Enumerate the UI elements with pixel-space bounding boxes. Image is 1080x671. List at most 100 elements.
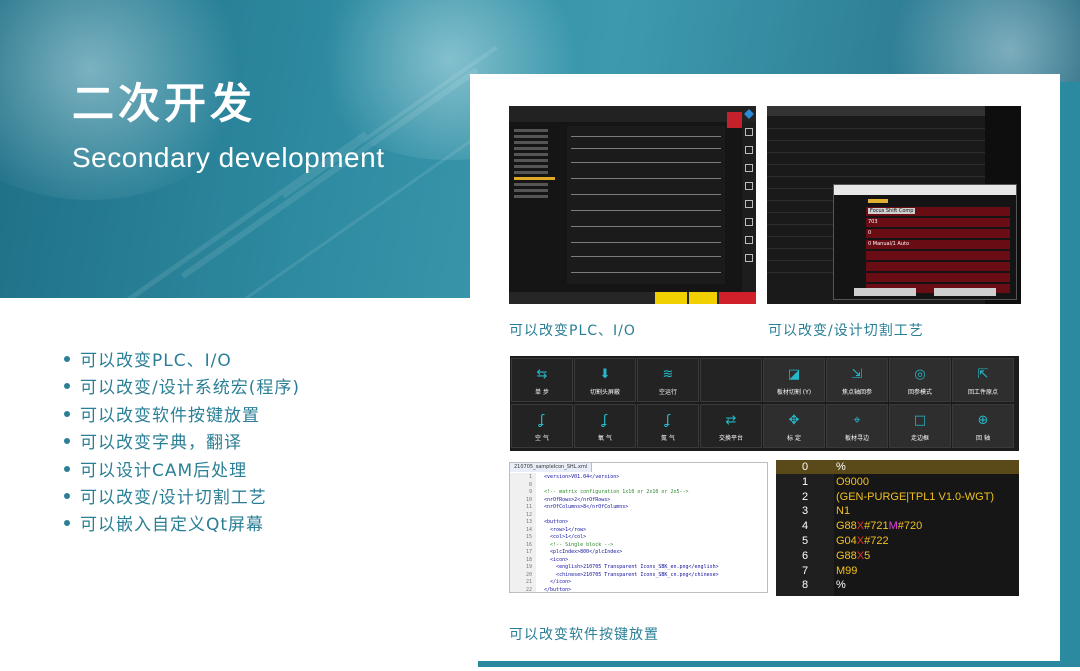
softkey-cell: □ 走边框 — [889, 404, 951, 448]
line-number: 8 — [528, 481, 532, 488]
nitrogen-icon: ʆ — [665, 413, 671, 428]
field-row — [866, 273, 1010, 282]
ladder-diagram — [567, 126, 725, 284]
softkey-cell: ✥ 标 定 — [763, 404, 825, 448]
calibrate-icon: ✥ — [788, 413, 800, 428]
softkey-cell: ⇲ 焦点轴回参 — [826, 358, 888, 402]
line-number: 3 — [801, 505, 809, 518]
line-number: 6 — [801, 549, 809, 562]
softkey-red — [719, 292, 756, 304]
page-title: 二次开发 — [72, 79, 257, 128]
code-line: <nrOfColumns>8</nrOfColumns> — [538, 504, 629, 510]
gen-label — [868, 199, 888, 203]
bullet-dot-icon — [64, 356, 70, 362]
code-line: <icon> — [538, 556, 569, 563]
xml-editor-screenshot: 210705_sampleIcon_SHL.xml <version>V01.0… — [509, 462, 768, 593]
line-number: 5 — [801, 535, 809, 547]
code-line: <!-- matrix configuration 1x10 or 2x10 o… — [538, 489, 689, 495]
code-line: <nrOfRows>2</nrOfRows> — [538, 496, 611, 503]
code-line: <plcIndex>800</plcIndex> — [538, 549, 623, 555]
bullet-dot-icon — [64, 383, 70, 390]
field-row: 0 — [866, 229, 1010, 238]
softkey-cell: ⌖ 板材寻边 — [826, 404, 888, 448]
bullet-dot-icon — [64, 492, 70, 499]
bullet-dot-icon — [64, 465, 70, 472]
code-area: <version>V01.04</version> <!-- matrix co… — [538, 474, 767, 592]
work-origin-icon: ⇱ — [977, 367, 989, 382]
line-number: 17 — [525, 549, 532, 555]
focus-home-icon: ⇲ — [851, 367, 863, 382]
field-row: 703 — [866, 218, 1010, 227]
list-item: 可以设计CAM后处理 — [64, 458, 300, 485]
softkey-yellow — [655, 292, 687, 304]
list-item: 可以改变PLC、I/O — [64, 348, 300, 375]
field-row: 0 Manual/1 Auto — [866, 240, 1010, 249]
line-number: 11 — [525, 504, 532, 510]
softkey-cell: ⇄ 交换平台 — [700, 404, 762, 448]
gcode-row: 4 G88X#721M#720 — [776, 519, 1019, 534]
single-step-icon: ⇆ — [536, 367, 548, 382]
bullet-dot-icon — [64, 520, 70, 527]
alarm-tag — [727, 112, 742, 128]
line-number: 19 — [525, 564, 532, 570]
softkey-cell: ◎ 回参模式 — [889, 358, 951, 402]
caption-process: 可以改变/设计切割工艺 — [768, 323, 924, 339]
gcode-text: N1 — [836, 505, 851, 518]
code-line: <button> — [538, 519, 569, 525]
list-item: 可以嵌入自定义Qt屏幕 — [64, 512, 300, 539]
gcode-text: O9000 — [836, 475, 870, 488]
oxygen-icon: ʆ — [602, 413, 608, 428]
plc-ladder-screenshot — [509, 106, 756, 304]
caption-plc: 可以改变PLC、I/O — [509, 323, 636, 339]
line-number: 22 — [525, 586, 532, 593]
sheet-cut-icon: ◪ — [787, 367, 801, 382]
code-line: <english>210705 Transparent Icons_SBK_en… — [538, 564, 719, 570]
gcode-text: G88X#721M#720 — [836, 520, 923, 533]
softkey-cell — [700, 358, 762, 402]
caption-softkeys: 可以改变软件按键放置 — [509, 627, 659, 643]
dialog-ok-button — [854, 288, 916, 296]
list-item: 可以改变/设计系统宏(程序) — [64, 375, 300, 402]
softkey-cell: ʆ氧 气 — [574, 404, 636, 448]
softkey-cell: ⊕ 回 轴 — [952, 404, 1014, 448]
home-mode-icon: ◎ — [914, 367, 926, 382]
line-number: 1 — [801, 475, 809, 488]
line-number: 18 — [525, 556, 532, 563]
line-number: 15 — [525, 534, 532, 540]
return-axis-icon: ⊕ — [977, 413, 989, 428]
code-line: <col>1</col> — [538, 534, 587, 540]
line-number: 21 — [525, 579, 532, 585]
softkey-cell: ʆ氮 气 — [637, 404, 699, 448]
list-item: 可以改变/设计切割工艺 — [64, 485, 300, 512]
code-line: <row>1</row> — [538, 526, 587, 533]
line-number: 14 — [525, 526, 532, 533]
field-row: Focus Shift Comp — [866, 207, 1010, 216]
dialog-titlebar — [834, 185, 1016, 195]
gcode-row: 8% — [776, 578, 1019, 593]
code-line: <chinese>210705 Transparent Icons_SBK_cn… — [538, 571, 719, 578]
code-line: <version>V01.04</version> — [538, 474, 620, 480]
table-header — [767, 106, 1021, 116]
gcode-row: 3 N1 — [776, 504, 1019, 519]
gcode-row: 1 O9000 — [776, 475, 1019, 490]
bullet-dot-icon — [64, 438, 70, 445]
line-number: 13 — [525, 519, 532, 525]
gcode-text: (GEN-PURGE|TPL1 V1.0-WGT) — [836, 490, 995, 503]
exchange-table-icon: ⇄ — [725, 413, 737, 428]
line-number: 16 — [525, 541, 532, 548]
bullet-dot-icon — [64, 410, 70, 417]
softkey-yellow — [689, 292, 717, 304]
frame-trace-icon: □ — [913, 413, 927, 428]
field-row — [866, 251, 1010, 260]
line-number: 8 — [801, 579, 809, 592]
dry-run-icon: ≋ — [662, 367, 674, 382]
macro-table-screenshot: Focus Shift Comp 703 0 0 Manual/1 Auto — [767, 106, 1021, 304]
gcode-row: 6 G88X5 — [776, 549, 1019, 564]
head-mask-icon: ⬇ — [599, 367, 611, 382]
softkey-cell: ⬇ 切割头屏蔽 — [574, 358, 636, 402]
field-row — [866, 262, 1010, 271]
gcode-row: 5 G04X#722 — [776, 534, 1019, 549]
softkey-cell: ⇱ 回工件原点 — [952, 358, 1014, 402]
